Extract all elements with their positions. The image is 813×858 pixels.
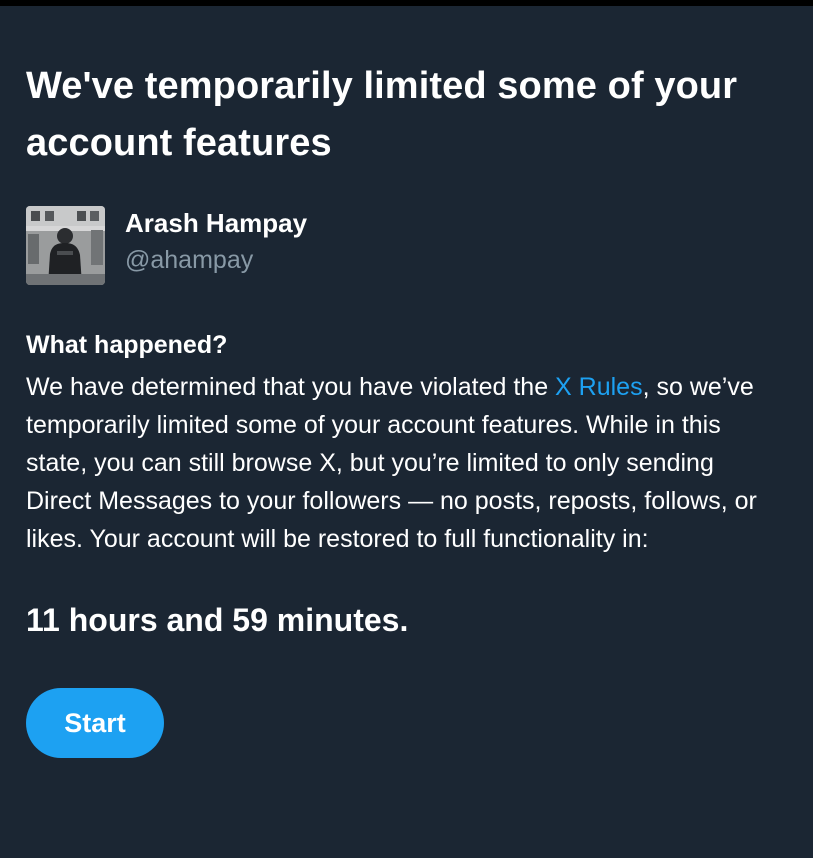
x-rules-link[interactable]: X Rules [555,373,643,401]
user-handle[interactable]: @ahampay [125,245,253,275]
limited-account-notice: We've temporarily limited some of your a… [26,58,786,758]
user-card: Arash Hampay @ahampay [26,206,786,286]
what-happened-heading: What happened? [26,331,228,359]
violation-explanation: We have determined that you have violate… [26,368,766,558]
restriction-countdown: 11 hours and 59 minutes. [26,602,409,638]
page-title: We've temporarily limited some of your a… [26,65,738,164]
user-name[interactable]: Arash Hampay [125,208,307,238]
avatar [26,206,105,285]
top-status-bar [0,0,813,6]
profile-photo-icon [26,206,105,285]
explanation-text-before-link: We have determined that you have violate… [26,373,556,401]
start-button[interactable]: Start [26,688,164,758]
